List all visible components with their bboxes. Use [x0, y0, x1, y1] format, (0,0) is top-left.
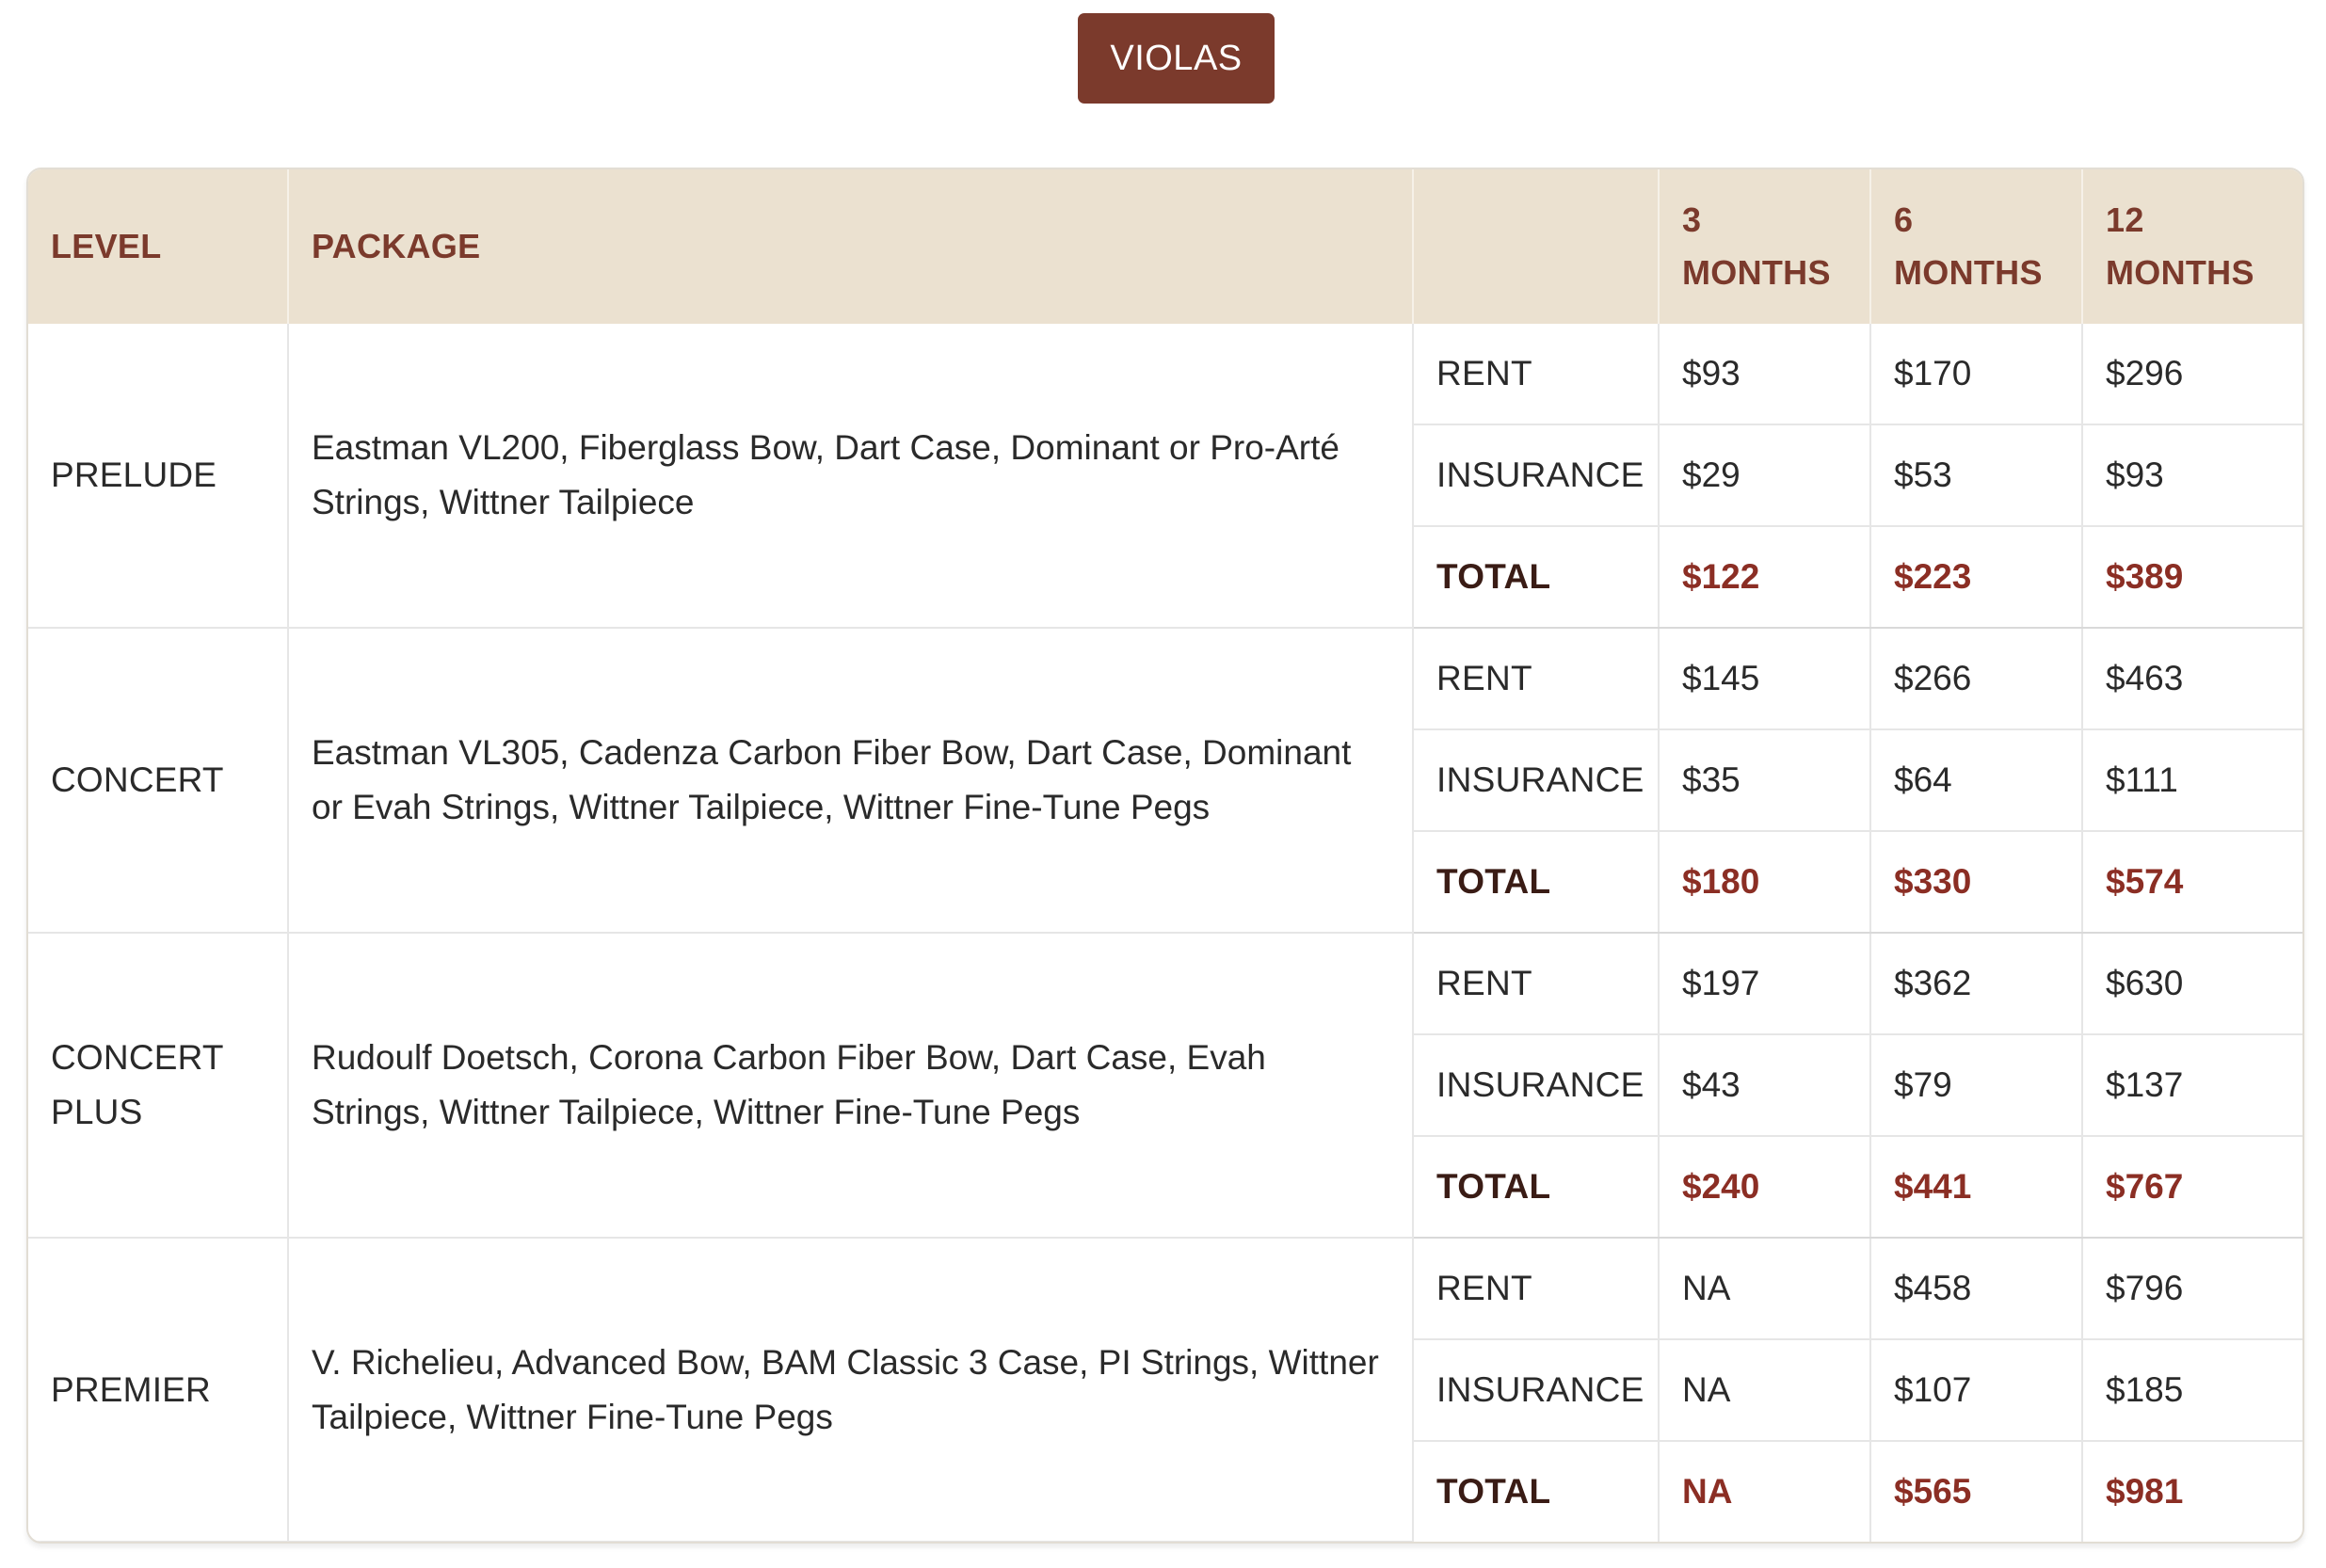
total-12-months: $767 — [2082, 1136, 2302, 1239]
package-cell: Eastman VL200, Fiberglass Bow, Dart Case… — [288, 324, 1414, 629]
table-row-prelude-rent: PRELUDE Eastman VL200, Fiberglass Bow, D… — [28, 324, 2302, 629]
total-label: TOTAL — [1413, 1441, 1660, 1542]
total-label: TOTAL — [1413, 526, 1660, 629]
total-label: TOTAL — [1413, 831, 1660, 934]
rental-pricing-table-card: LEVEL PACKAGE 3 MONTHS 6 MONTHS 12 MONTHS P… — [26, 168, 2304, 1544]
header-12-months-number: 12 — [2106, 200, 2144, 239]
tab-violas[interactable]: VIOLAS — [1078, 13, 1275, 104]
level-cell: PREMIER — [28, 1238, 289, 1542]
type-cell: INSURANCE — [1413, 1034, 1660, 1137]
total-6-months: $441 — [1870, 1136, 2083, 1239]
package-cell: V. Richelieu, Advanced Bow, BAM Classic … — [288, 1238, 1414, 1542]
price-6-months: $266 — [1870, 628, 2083, 730]
price-6-months: $170 — [1870, 324, 2083, 425]
total-12-months: $574 — [2082, 831, 2302, 934]
package-cell: Eastman VL305, Cadenza Carbon Fiber Bow,… — [288, 628, 1414, 934]
total-12-months: $981 — [2106, 1472, 2184, 1511]
table-header-row: LEVEL PACKAGE 3 MONTHS 6 MONTHS 12 MONTHS — [28, 169, 2302, 324]
price-6-months: $458 — [1870, 1238, 2083, 1340]
total-6-months: $565 — [1870, 1441, 2083, 1542]
header-6-months: 6 MONTHS — [1870, 169, 2083, 324]
header-6-months-number: 6 — [1894, 200, 1914, 239]
price-12-months: $137 — [2082, 1034, 2302, 1137]
total-3-months: $122 — [1659, 526, 1871, 629]
price-12-months: $463 — [2082, 628, 2302, 730]
price-3-months: NA — [1659, 1238, 1871, 1340]
type-cell: RENT — [1413, 1238, 1660, 1340]
total-3-months: $240 — [1659, 1136, 1871, 1239]
type-cell: RENT — [1413, 933, 1660, 1035]
price-12-months: $296 — [2082, 324, 2302, 425]
price-6-months: $79 — [1870, 1034, 2083, 1137]
header-3-months-number: 3 — [1682, 200, 1702, 239]
header-type — [1413, 169, 1660, 324]
price-6-months: $362 — [1870, 933, 2083, 1035]
table-row-concert-plus-rent: CONCERT PLUS Rudoulf Doetsch, Corona Car… — [28, 933, 2302, 1239]
header-6-months-word: MONTHS — [1894, 253, 2043, 292]
header-12-months-word: MONTHS — [2106, 253, 2254, 292]
total-12-months: $389 — [2082, 526, 2302, 629]
header-3-months-word: MONTHS — [1682, 253, 1831, 292]
price-3-months: $43 — [1659, 1034, 1871, 1137]
header-level: LEVEL — [28, 169, 289, 324]
header-package: PACKAGE — [288, 169, 1414, 324]
type-cell: RENT — [1413, 628, 1660, 730]
table-row-concert-rent: CONCERT Eastman VL305, Cadenza Carbon Fi… — [28, 628, 2302, 934]
price-12-months: $796 — [2082, 1238, 2302, 1340]
price-12-months: $111 — [2082, 729, 2302, 832]
header-3-months: 3 MONTHS — [1659, 169, 1871, 324]
price-3-months: $145 — [1659, 628, 1871, 730]
price-6-months: $53 — [1870, 424, 2083, 527]
price-6-months: $107 — [1870, 1339, 2083, 1442]
price-12-months: $93 — [2082, 424, 2302, 527]
total-6-months: $223 — [1870, 526, 2083, 629]
table-row-premier-rent: PREMIER V. Richelieu, Advanced Bow, BAM … — [28, 1238, 2302, 1542]
header-12-months: 12 MONTHS — [2082, 169, 2302, 324]
price-3-months: $35 — [1659, 729, 1871, 832]
price-3-months: $197 — [1659, 933, 1871, 1035]
instrument-tab-bar: VIOLAS — [0, 0, 2326, 119]
package-cell: Rudoulf Doetsch, Corona Carbon Fiber Bow… — [288, 933, 1414, 1239]
rental-pricing-table: LEVEL PACKAGE 3 MONTHS 6 MONTHS 12 MONTHS P… — [28, 169, 2302, 1542]
total-6-months: $330 — [1870, 831, 2083, 934]
total-3-months: NA — [1659, 1441, 1871, 1542]
price-3-months: NA — [1659, 1339, 1871, 1442]
price-6-months: $64 — [1870, 729, 2083, 832]
price-12-months: $185 — [2082, 1339, 2302, 1442]
price-3-months: $29 — [1659, 424, 1871, 527]
level-cell: CONCERT PLUS — [28, 933, 289, 1239]
type-cell: RENT — [1413, 324, 1660, 425]
type-cell: INSURANCE — [1413, 424, 1660, 527]
price-12-months: $630 — [2082, 933, 2302, 1035]
total-3-months: $180 — [1659, 831, 1871, 934]
level-cell: PRELUDE — [28, 324, 289, 629]
type-cell: INSURANCE — [1413, 729, 1660, 832]
type-cell: INSURANCE — [1413, 1339, 1660, 1442]
level-cell: CONCERT — [28, 628, 289, 934]
total-label: TOTAL — [1413, 1136, 1660, 1239]
price-3-months: $93 — [1659, 324, 1871, 425]
